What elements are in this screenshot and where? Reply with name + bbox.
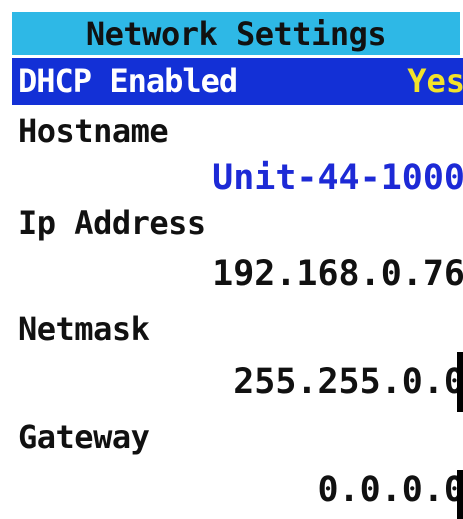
- hostname-label: Hostname: [18, 112, 169, 150]
- netmask-value[interactable]: 255.255.0.0: [233, 362, 463, 402]
- screen-title-text: Network Settings: [85, 14, 387, 53]
- network-settings-screen: Network Settings DHCP Enabled Yes Hostna…: [0, 0, 463, 519]
- ip-address-value[interactable]: 192.168.0.76: [212, 254, 463, 294]
- ip-address-label: Ip Address: [18, 204, 206, 242]
- dhcp-enabled-label: DHCP Enabled: [18, 62, 238, 100]
- netmask-label: Netmask: [18, 310, 150, 348]
- gateway-label: Gateway: [18, 418, 150, 456]
- edge-cursor-bar-lower: [457, 470, 463, 519]
- gateway-value[interactable]: 0.0.0.0: [317, 470, 463, 510]
- dhcp-enabled-value[interactable]: Yes: [407, 62, 463, 100]
- screen-title: Network Settings: [12, 12, 460, 55]
- dhcp-enabled-row[interactable]: DHCP Enabled Yes: [12, 58, 463, 105]
- hostname-value[interactable]: Unit-44-1000: [212, 158, 463, 198]
- edge-cursor-bar: [457, 352, 463, 412]
